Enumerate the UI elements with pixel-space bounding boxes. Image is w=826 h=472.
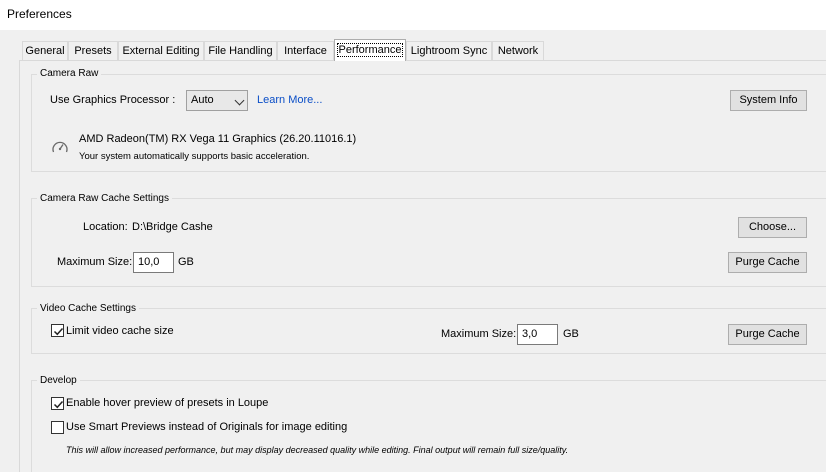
tab-network[interactable]: Network <box>492 41 544 60</box>
location-label: Location: <box>83 221 128 233</box>
hover-preview-checkbox[interactable] <box>51 397 64 410</box>
cache-group <box>31 198 826 287</box>
smart-previews-note: This will allow increased performance, b… <box>66 445 569 455</box>
video-unit: GB <box>563 328 579 340</box>
tab-lightroom-sync[interactable]: Lightroom Sync <box>406 41 492 60</box>
gpu-select[interactable]: Auto <box>186 90 248 111</box>
smart-previews-label[interactable]: Use Smart Previews instead of Originals … <box>66 421 347 433</box>
smart-previews-checkbox[interactable] <box>51 421 64 434</box>
video-purge-cache-button[interactable]: Purge Cache <box>728 324 807 345</box>
gpu-name: AMD Radeon(TM) RX Vega 11 Graphics (26.2… <box>79 133 357 145</box>
gauge-icon <box>51 139 69 155</box>
video-cache-legend: Video Cache Settings <box>37 303 139 314</box>
chevron-down-icon <box>234 95 245 106</box>
cache-max-size-input[interactable]: 10,0 <box>133 252 174 273</box>
system-info-button[interactable]: System Info <box>730 90 807 111</box>
location-value: D:\Bridge Cashe <box>132 221 213 233</box>
limit-video-cache-label[interactable]: Limit video cache size <box>66 325 174 337</box>
tab-presets[interactable]: Presets <box>68 41 118 60</box>
video-max-size-input[interactable]: 3,0 <box>517 324 558 345</box>
checkmark-icon <box>53 327 64 336</box>
hover-preview-label[interactable]: Enable hover preview of presets in Loupe <box>66 397 268 409</box>
cache-legend: Camera Raw Cache Settings <box>37 193 172 204</box>
title-bar <box>0 0 826 30</box>
gpu-status: Your system automatically supports basic… <box>79 151 310 162</box>
checkmark-icon <box>53 400 64 409</box>
camera-raw-legend: Camera Raw <box>37 68 102 79</box>
tab-general[interactable]: General <box>22 41 68 60</box>
video-max-size-label: Maximum Size: <box>441 328 517 340</box>
purge-cache-button[interactable]: Purge Cache <box>728 252 807 273</box>
window-title: Preferences <box>7 7 72 21</box>
cache-unit: GB <box>178 256 194 268</box>
cache-max-size-label: Maximum Size: <box>57 256 133 268</box>
gpu-label: Use Graphics Processor : <box>50 94 176 106</box>
learn-more-link[interactable]: Learn More... <box>257 94 322 106</box>
choose-button[interactable]: Choose... <box>738 217 807 238</box>
gpu-select-value: Auto <box>191 94 214 106</box>
limit-video-cache-checkbox[interactable] <box>51 324 64 337</box>
develop-legend: Develop <box>37 375 80 386</box>
tab-interface[interactable]: Interface <box>277 41 334 60</box>
tab-performance[interactable]: Performance <box>334 39 406 61</box>
tab-external-editing[interactable]: External Editing <box>118 41 204 60</box>
tab-file-handling[interactable]: File Handling <box>204 41 277 60</box>
